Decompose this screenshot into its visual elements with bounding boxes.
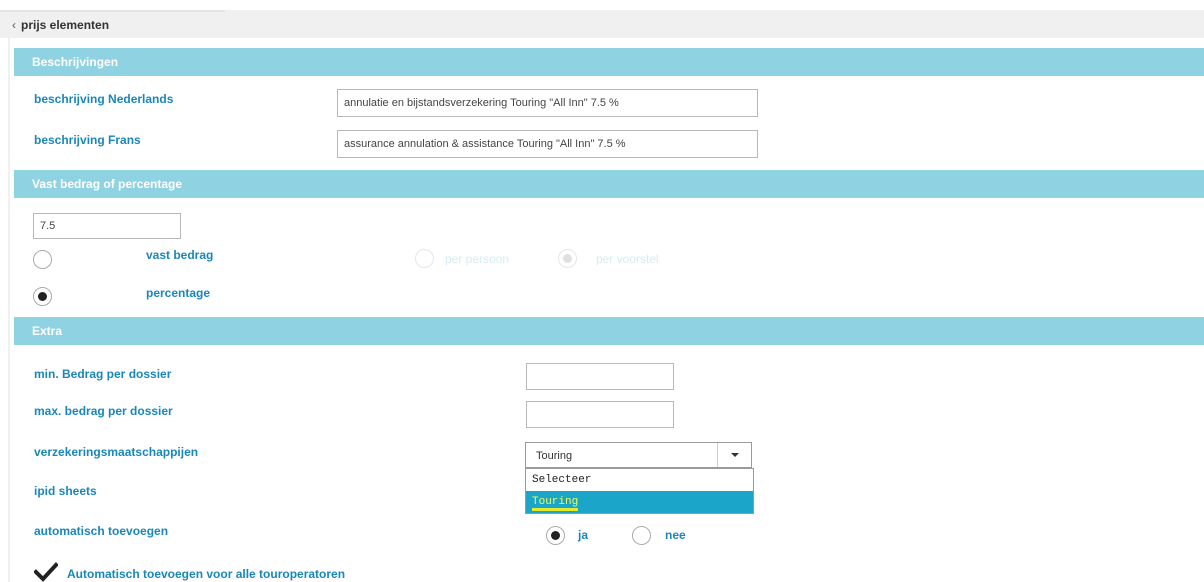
insurers-select[interactable]: Touring xyxy=(525,442,752,468)
min-amount-input[interactable] xyxy=(526,363,674,390)
per-person-label: per persoon xyxy=(445,252,510,266)
insurers-select-value: Touring xyxy=(536,450,573,462)
auto-add-no-label: nee xyxy=(665,528,686,542)
section-header-amount: Vast bedrag of percentage xyxy=(14,170,1204,198)
max-amount-label: max. bedrag per dossier xyxy=(34,404,173,418)
dropdown-option-touring[interactable]: Touring xyxy=(526,491,753,513)
min-amount-label: min. Bedrag per dossier xyxy=(34,367,172,381)
amount-input[interactable]: 7.5 xyxy=(33,213,181,239)
dropdown-option-touring-label: Touring xyxy=(532,496,579,511)
auto-add-yes-label: ja xyxy=(578,528,589,542)
left-border xyxy=(8,38,10,582)
per-proposal-label: per voorstel xyxy=(596,252,659,266)
description-nl-label: beschrijving Nederlands xyxy=(34,92,174,106)
description-fr-label: beschrijving Frans xyxy=(34,133,141,147)
chevron-left-icon: ‹ xyxy=(12,18,16,32)
fixed-amount-label: vast bedrag xyxy=(146,248,214,262)
auto-add-label: automatisch toevoegen xyxy=(34,524,169,538)
auto-add-yes-radio[interactable] xyxy=(546,526,565,545)
back-link-label: prijs elementen xyxy=(21,18,110,32)
section-header-extra: Extra xyxy=(14,317,1204,345)
per-proposal-radio[interactable] xyxy=(558,249,577,268)
top-bar xyxy=(0,10,1204,38)
max-amount-input[interactable] xyxy=(526,401,674,428)
percentage-radio[interactable] xyxy=(33,287,52,306)
fixed-amount-radio[interactable] xyxy=(33,250,52,269)
back-link[interactable]: ‹ prijs elementen xyxy=(12,18,109,32)
auto-add-no-radio[interactable] xyxy=(632,526,651,545)
section-header-descriptions: Beschrijvingen xyxy=(14,48,1204,76)
ipid-sheets-label: ipid sheets xyxy=(34,484,97,498)
chevron-down-icon[interactable] xyxy=(717,443,751,467)
checkmark-icon[interactable] xyxy=(34,562,58,582)
per-person-radio[interactable] xyxy=(415,249,434,268)
dropdown-option-selecteer[interactable]: Selecteer xyxy=(526,469,753,491)
percentage-label: percentage xyxy=(146,286,211,300)
insurers-label: verzekeringsmaatschappijen xyxy=(34,445,199,459)
top-divider xyxy=(0,10,225,12)
description-fr-input[interactable]: assurance annulation & assistance Tourin… xyxy=(337,130,758,158)
description-nl-input[interactable]: annulatie en bijstandsverzekering Tourin… xyxy=(337,89,758,117)
insurers-dropdown: Selecteer Touring xyxy=(525,468,754,514)
all-operators-label: Automatisch toevoegen voor alle touroper… xyxy=(67,567,346,581)
